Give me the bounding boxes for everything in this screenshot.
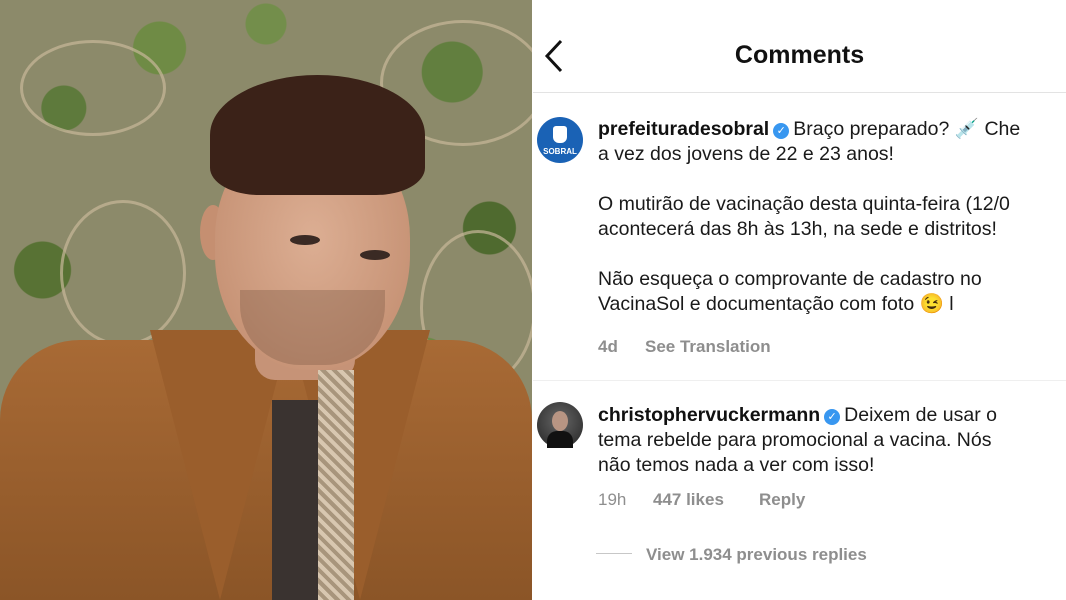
avatar[interactable] [537,402,583,448]
hair [210,75,425,195]
comment-username[interactable]: prefeituradesobral [598,118,769,140]
avatar[interactable]: SOBRAL [537,117,583,163]
divider [533,380,1066,381]
comment-time: 19h [598,490,627,509]
comment-text-line: acontecerá das 8h às 13h, na sede e dist… [598,218,997,240]
comment-text: Deixem de usar o [844,404,997,426]
profile-photo [0,0,532,600]
scarf [318,370,354,600]
comment-username[interactable]: christophervuckermann [598,404,820,426]
comment-time: 4d [598,337,618,356]
comments-panel: Comments SOBRAL prefeituradesobral ✓ Braço… [533,0,1066,600]
comment-body: christophervuckermann ✓ Deixem de usar o t… [598,403,1066,478]
comment-body: prefeituradesobral ✓ Braço preparado? 💉 Ch… [598,117,1066,317]
comment-text-line: tema rebelde para promocional a vacina. … [598,429,992,451]
see-translation-link[interactable]: See Translation [645,337,771,357]
reply-button[interactable]: Reply [759,490,805,510]
comment-text: Braço preparado? 💉 Che [793,118,1021,140]
view-replies-button[interactable]: View 1.934 previous replies [646,545,867,565]
crest-icon [553,126,567,143]
comments-header: Comments [533,0,1066,93]
likes-count[interactable]: 447 likes [653,490,724,510]
page-title: Comments [734,41,865,69]
verified-icon: ✓ [773,123,790,139]
comment-text-line: O mutirão de vacinação desta quinta-feir… [598,193,1010,215]
comment-text-line: não temos nada a ver com isso! [598,454,875,476]
replies-divider [596,553,632,554]
comment-text-line: a vez dos jovens de 22 e 23 anos! [598,143,894,165]
comment-text-line: Não esqueça o comprovante de cadastro no [598,268,982,290]
verified-icon: ✓ [824,409,841,425]
comment-text-line: VacinaSol e documentação com foto 😉 l [598,293,954,315]
